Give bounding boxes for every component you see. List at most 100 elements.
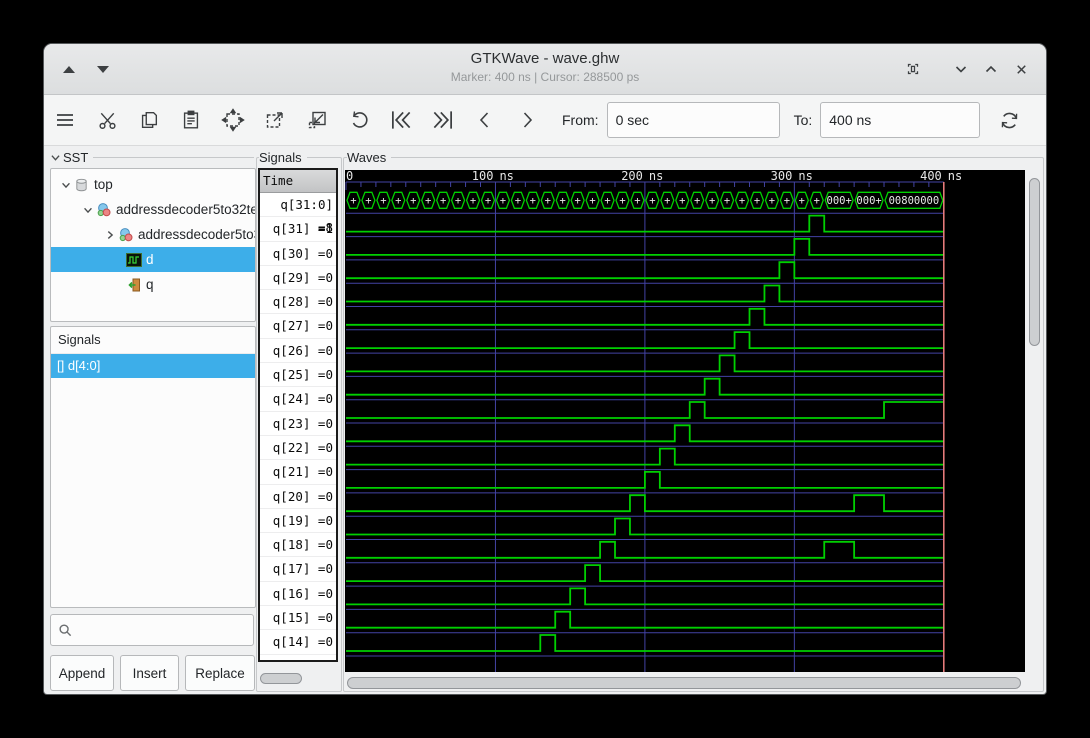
signal-name-row[interactable]: q[20] =0 [260, 485, 336, 509]
signal-name-row[interactable]: q[31:0] =8 [260, 193, 336, 235]
wave-vscrollbar[interactable] [1027, 170, 1041, 672]
zoom-fit-icon[interactable] [212, 100, 254, 140]
signal-name-row[interactable]: q[28] =0 [260, 290, 336, 315]
chevron-down-icon[interactable] [59, 178, 73, 192]
undo-icon[interactable] [338, 100, 380, 140]
signal-name-row[interactable]: q[18] =0 [260, 533, 336, 558]
signal-name-row[interactable]: q[17] =0 [260, 557, 336, 582]
svg-text:+: + [589, 195, 595, 207]
minimize-icon[interactable] [948, 56, 974, 82]
svg-text:+: + [724, 195, 730, 207]
signal-name-row[interactable]: q[15] =0 [260, 606, 336, 631]
svg-text:+: + [814, 195, 820, 207]
tree-item-addressdecoder5to32[interactable]: addressdecoder5to32 [51, 222, 255, 247]
svg-text:+: + [754, 195, 760, 207]
svg-text:000+: 000+ [856, 195, 881, 207]
svg-text:+: + [679, 195, 685, 207]
svg-text:+: + [709, 195, 715, 207]
wave-hscrollbar-thumb[interactable] [347, 677, 1021, 689]
module-icon [117, 227, 134, 243]
to-label: To: [793, 112, 813, 128]
svg-text:+: + [425, 195, 431, 207]
skip-start-icon[interactable] [380, 100, 422, 140]
signal-name-row[interactable]: q[23] =0 [260, 412, 336, 436]
svg-text:+: + [619, 195, 625, 207]
skip-end-icon[interactable] [422, 100, 464, 140]
signal-name-row[interactable]: q[26] =0 [260, 339, 336, 364]
sst-frame-label: SST [50, 150, 94, 165]
signal-name-row[interactable]: q[14] =0 [260, 630, 336, 655]
chevron-down-icon[interactable] [111, 253, 125, 267]
next-edge-icon[interactable] [506, 100, 548, 140]
time-header: Time [260, 170, 336, 193]
svg-text:300: 300 [771, 170, 793, 183]
prev-edge-icon[interactable] [464, 100, 506, 140]
gtkwave-window: GTKWave - wave.ghw Marker: 400 ns | Curs… [44, 44, 1046, 694]
signal-name-row[interactable]: q[29] =0 [260, 266, 336, 291]
menu-icon[interactable] [44, 100, 86, 140]
paste-icon[interactable] [170, 100, 212, 140]
zoom-in-icon[interactable] [254, 100, 296, 140]
from-label: From: [562, 112, 599, 128]
svg-text:+: + [530, 195, 536, 207]
svg-text:+: + [649, 195, 655, 207]
zoom-out-icon[interactable] [296, 100, 338, 140]
cylinder-icon [73, 177, 90, 193]
waves-frame-label: Waves [347, 150, 392, 165]
wave-hscrollbar[interactable] [345, 676, 1025, 689]
signal-name-row[interactable]: q[27] =0 [260, 314, 336, 339]
chevron-down-icon[interactable] [81, 203, 95, 217]
svg-text:+: + [694, 195, 700, 207]
chevron-right-icon[interactable] [103, 228, 117, 242]
signal-search-input[interactable] [50, 614, 254, 646]
replace-button[interactable]: Replace [185, 655, 255, 691]
fullscreen-icon[interactable] [900, 56, 926, 82]
svg-text:+: + [545, 195, 551, 207]
svg-text:+: + [365, 195, 371, 207]
svg-text:200: 200 [621, 170, 643, 183]
tree-item-top[interactable]: top [51, 172, 255, 197]
signal-name-row[interactable]: q[13] =0 [260, 655, 336, 660]
selected-signal-item[interactable]: [] d[4:0] [51, 354, 255, 378]
signal-name-row[interactable]: q[19] =0 [260, 509, 336, 534]
svg-text:+: + [634, 195, 640, 207]
wave-canvas[interactable]: 0 100 ns 200 ns 300 ns 400 ns + + + + + + + + + + + + + + + + + + +… [345, 169, 1025, 672]
tree-item-d[interactable]: d [51, 247, 255, 272]
from-input[interactable]: 0 sec [606, 102, 780, 138]
signal-name-row[interactable]: q[31] =1 [260, 217, 336, 242]
maximize-icon[interactable] [978, 56, 1004, 82]
signal-name-row[interactable]: q[24] =0 [260, 387, 336, 412]
svg-text:+: + [455, 195, 461, 207]
signal-name-row[interactable]: q[22] =0 [260, 436, 336, 461]
chevron-down-icon[interactable] [111, 278, 125, 292]
wave-vscrollbar-thumb[interactable] [1029, 178, 1040, 346]
tree-item-q[interactable]: q [51, 272, 255, 297]
signal-name-row[interactable]: q[21] =0 [260, 460, 336, 485]
svg-text:00800000: 00800000 [889, 195, 940, 207]
window-title: GTKWave - wave.ghw [470, 50, 620, 67]
signal-name-row[interactable]: q[30] =0 [260, 242, 336, 266]
titlebar[interactable]: GTKWave - wave.ghw Marker: 400 ns | Curs… [44, 44, 1046, 95]
signal-name-column[interactable]: Time q[31:0] =8 q[31] =1 q[30] =0 q[29] =0 q… [258, 168, 338, 662]
signal-name-row[interactable]: q[25] =0 [260, 363, 336, 388]
svg-text:+: + [440, 195, 446, 207]
insert-button[interactable]: Insert [120, 655, 179, 691]
copy-icon[interactable] [128, 100, 170, 140]
tree-item-addressdecoder5to32tes[interactable]: addressdecoder5to32tes [51, 197, 255, 222]
signal-name-hscrollbar[interactable] [258, 672, 338, 684]
svg-text:+: + [470, 195, 476, 207]
signal-name-hscrollbar-thumb[interactable] [260, 673, 302, 684]
reload-icon[interactable] [988, 100, 1030, 140]
to-input[interactable]: 400 ns [820, 102, 981, 138]
signals-panel-header: Signals [51, 327, 255, 354]
signals-panel: Signals [] d[4:0] [50, 326, 256, 608]
svg-text:000+: 000+ [827, 195, 852, 207]
module-icon [95, 202, 112, 218]
append-button[interactable]: Append [50, 655, 114, 691]
cut-icon[interactable] [86, 100, 128, 140]
signal-name-row[interactable]: q[16] =0 [260, 582, 336, 607]
svg-text:+: + [604, 195, 610, 207]
sst-expander-icon[interactable] [50, 153, 61, 162]
svg-text:ns: ns [499, 170, 513, 183]
close-icon[interactable] [1008, 56, 1034, 82]
